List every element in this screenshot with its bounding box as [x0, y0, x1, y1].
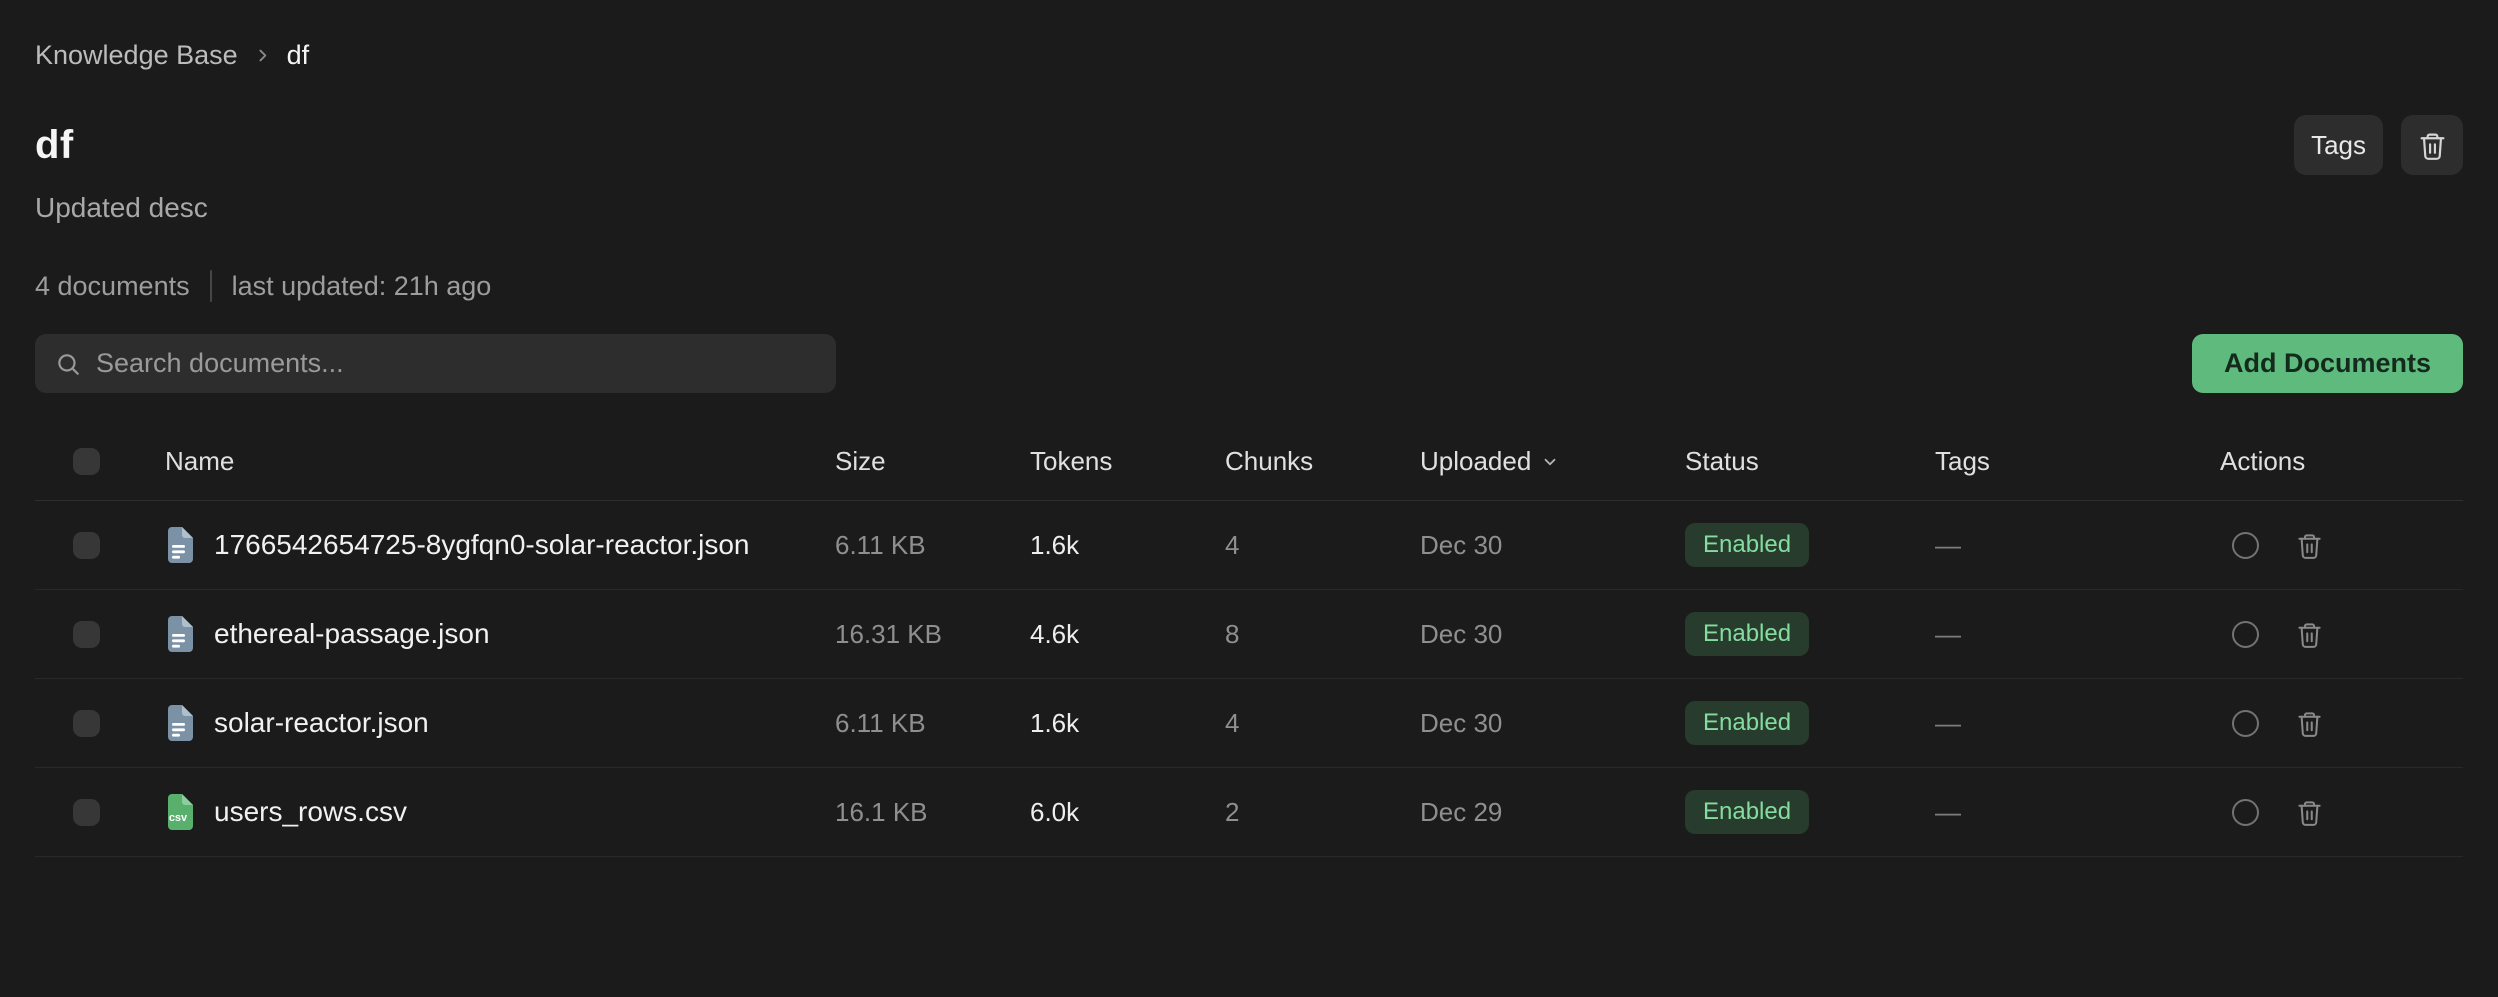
document-size: 6.11 KB — [835, 708, 1030, 739]
document-chunks: 2 — [1225, 797, 1420, 828]
toggle-status-icon[interactable] — [2232, 532, 2259, 559]
document-chunks: 4 — [1225, 530, 1420, 561]
document-uploaded: Dec 29 — [1420, 797, 1685, 828]
column-header-tags: Tags — [1935, 446, 2220, 477]
status-badge: Enabled — [1685, 790, 1809, 834]
search-icon — [55, 351, 81, 377]
document-count: 4 documents — [35, 271, 190, 302]
delete-document-button[interactable] — [2296, 621, 2323, 648]
last-updated: last updated: 21h ago — [232, 271, 492, 302]
select-all-checkbox[interactable] — [73, 448, 100, 475]
document-name[interactable]: ethereal-passage.json — [214, 618, 490, 650]
status-badge: Enabled — [1685, 612, 1809, 656]
document-size: 16.31 KB — [835, 619, 1030, 650]
status-badge: Enabled — [1685, 523, 1809, 567]
stats-line: 4 documents last updated: 21h ago — [35, 270, 2463, 302]
document-name[interactable]: solar-reactor.json — [214, 707, 429, 739]
document-uploaded: Dec 30 — [1420, 619, 1685, 650]
json-file-icon — [165, 705, 193, 741]
document-uploaded: Dec 30 — [1420, 530, 1685, 561]
column-header-size: Size — [835, 446, 1030, 477]
divider — [210, 270, 212, 302]
document-name[interactable]: 1766542654725-8ygfqn0-solar-reactor.json — [214, 529, 750, 561]
json-file-icon — [165, 527, 193, 563]
row-checkbox[interactable] — [73, 621, 100, 648]
document-tags: — — [1935, 708, 2220, 739]
table-row: 1766542654725-8ygfqn0-solar-reactor.json… — [35, 501, 2463, 590]
column-header-actions: Actions — [2220, 446, 2463, 477]
breadcrumb-knowledge-base-link[interactable]: Knowledge Base — [35, 40, 238, 71]
column-header-chunks: Chunks — [1225, 446, 1420, 477]
toggle-status-icon[interactable] — [2232, 799, 2259, 826]
row-checkbox[interactable] — [73, 710, 100, 737]
document-tokens: 4.6k — [1030, 619, 1225, 650]
document-size: 16.1 KB — [835, 797, 1030, 828]
table-row: csv users_rows.csv 16.1 KB 6.0k 2 Dec 29… — [35, 768, 2463, 857]
documents-table: Name Size Tokens Chunks Uploaded Status … — [35, 423, 2463, 857]
document-tags: — — [1935, 619, 2220, 650]
add-documents-button[interactable]: Add Documents — [2192, 334, 2463, 393]
column-header-uploaded[interactable]: Uploaded — [1420, 446, 1685, 477]
chevron-down-icon — [1541, 453, 1559, 471]
knowledge-base-detail-page: Knowledge Base df df Tags Updated desc 4… — [0, 40, 2498, 857]
document-size: 6.11 KB — [835, 530, 1030, 561]
svg-text:csv: csv — [169, 812, 188, 824]
trash-icon — [2296, 710, 2323, 737]
document-tokens: 1.6k — [1030, 708, 1225, 739]
row-checkbox[interactable] — [73, 799, 100, 826]
search-input[interactable] — [96, 348, 816, 379]
table-row: solar-reactor.json 6.11 KB 1.6k 4 Dec 30… — [35, 679, 2463, 768]
document-chunks: 4 — [1225, 708, 1420, 739]
delete-document-button[interactable] — [2296, 532, 2323, 559]
column-header-status: Status — [1685, 446, 1935, 477]
delete-document-button[interactable] — [2296, 799, 2323, 826]
document-uploaded: Dec 30 — [1420, 708, 1685, 739]
document-tokens: 6.0k — [1030, 797, 1225, 828]
trash-icon — [2296, 621, 2323, 648]
status-badge: Enabled — [1685, 701, 1809, 745]
table-header-row: Name Size Tokens Chunks Uploaded Status … — [35, 423, 2463, 501]
document-tags: — — [1935, 530, 2220, 561]
page-title: df — [35, 123, 74, 168]
delete-kb-button[interactable] — [2401, 115, 2463, 175]
document-chunks: 8 — [1225, 619, 1420, 650]
table-row: ethereal-passage.json 16.31 KB 4.6k 8 De… — [35, 590, 2463, 679]
breadcrumb: Knowledge Base df — [35, 40, 2463, 71]
trash-icon — [2418, 131, 2447, 160]
csv-file-icon: csv — [165, 794, 193, 830]
title-row: df Tags — [35, 115, 2463, 175]
document-tags: — — [1935, 797, 2220, 828]
trash-icon — [2296, 532, 2323, 559]
title-actions: Tags — [2294, 115, 2463, 175]
trash-icon — [2296, 799, 2323, 826]
column-header-name: Name — [135, 446, 835, 477]
toggle-status-icon[interactable] — [2232, 621, 2259, 648]
chevron-right-icon — [254, 47, 271, 64]
json-file-icon — [165, 616, 193, 652]
delete-document-button[interactable] — [2296, 710, 2323, 737]
search-box[interactable] — [35, 334, 836, 393]
tags-button[interactable]: Tags — [2294, 115, 2383, 175]
kb-description: Updated desc — [35, 192, 2463, 224]
toggle-status-icon[interactable] — [2232, 710, 2259, 737]
row-checkbox[interactable] — [73, 532, 100, 559]
column-header-tokens: Tokens — [1030, 446, 1225, 477]
breadcrumb-current: df — [287, 40, 310, 71]
document-name[interactable]: users_rows.csv — [214, 796, 407, 828]
document-tokens: 1.6k — [1030, 530, 1225, 561]
toolbar: Add Documents — [35, 334, 2463, 393]
